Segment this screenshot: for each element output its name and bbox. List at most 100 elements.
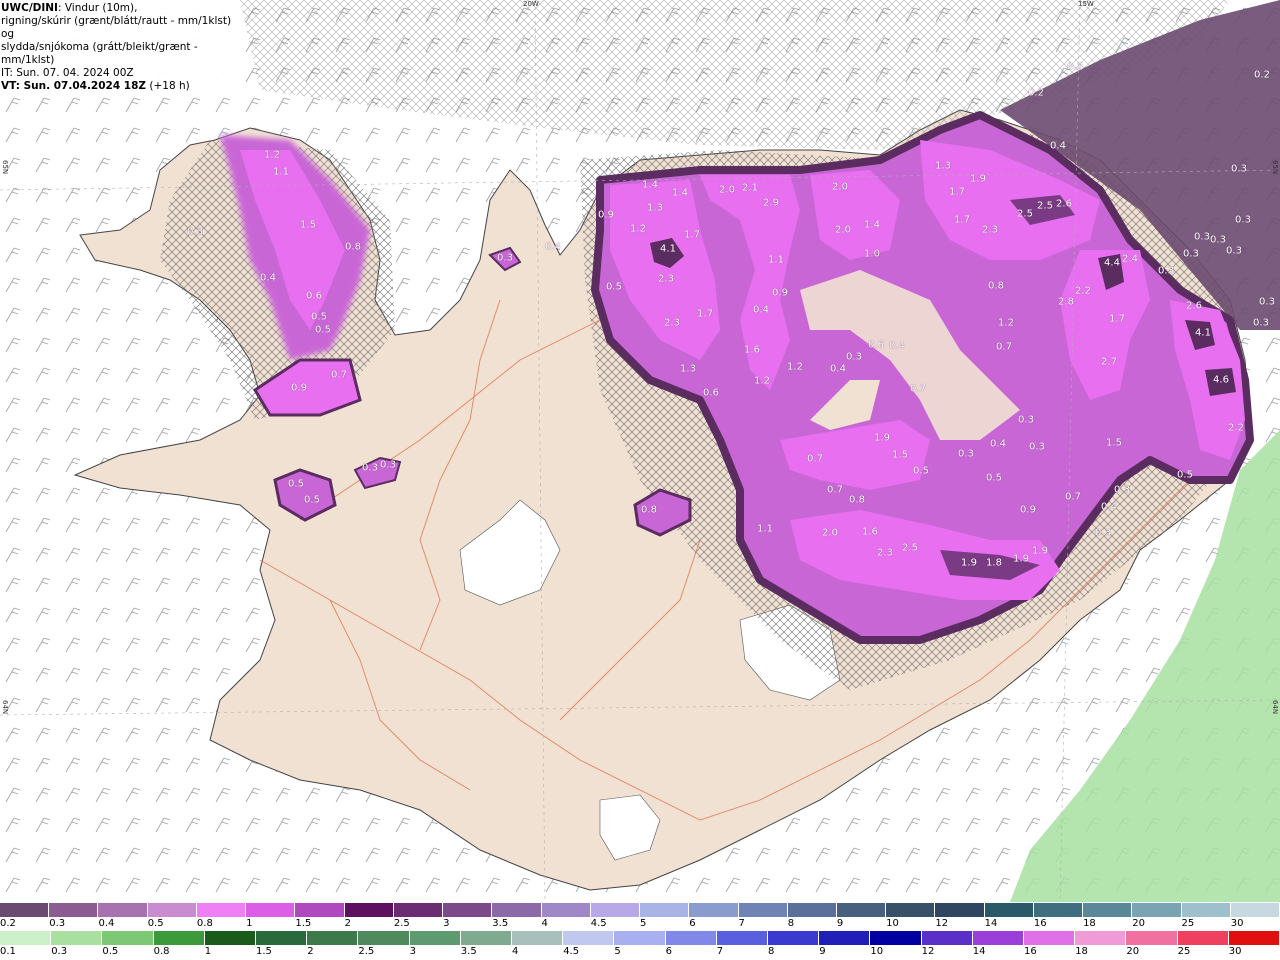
precip-value-label: 2.1	[742, 182, 758, 194]
legend-snow-label: 0.5	[147, 918, 164, 929]
legend-rain-swatch	[0, 931, 52, 945]
precip-value-label: 1.7	[949, 186, 965, 198]
legend-rain-label: 14	[972, 946, 986, 957]
legend-snow-swatch	[1181, 903, 1231, 917]
precip-value-label: 0.3	[1253, 317, 1269, 329]
precip-value-label: 1.7	[954, 214, 970, 226]
precip-value-label: 2.0	[719, 184, 735, 196]
legend-snow-swatch	[1132, 903, 1182, 917]
precip-value-label: 0.5	[606, 281, 622, 293]
precip-value-label: 0.4	[889, 340, 905, 352]
precip-value-label: 0.6	[868, 339, 884, 351]
legend-rain-label: 9	[819, 946, 826, 957]
legend-snow-swatch	[344, 903, 394, 917]
legend-rain-swatch	[563, 931, 615, 945]
legend-rain-swatch	[1177, 931, 1229, 945]
precip-value-label: 1.2	[787, 361, 803, 373]
legend-rain-label: 6	[665, 946, 672, 957]
legend-snow-swatch	[1033, 903, 1084, 917]
legend-rain-swatch	[358, 931, 410, 945]
info-issue-time: IT: Sun. 07. 04. 2024 00Z	[1, 67, 134, 79]
legend-rain-swatch	[921, 931, 973, 945]
map-info-box: UWC/DINI: Vindur (10m), rigning/skúrir (…	[0, 0, 238, 96]
legend-snow-swatch	[147, 903, 197, 917]
precip-value-label: 1.9	[970, 173, 986, 185]
precip-value-label: 1.1	[757, 523, 773, 535]
legend-snow-label: 20	[1132, 918, 1146, 929]
precip-value-label: 0.9	[598, 209, 614, 221]
precip-value-label: 0.7	[807, 453, 823, 465]
coord-label-right-65n: 65N	[1271, 160, 1279, 175]
precip-value-label: 0.3	[1018, 414, 1034, 426]
precip-value-label: 1.2	[998, 317, 1014, 329]
legend-rain-label: 0.1	[0, 946, 16, 957]
precip-value-label: 1.3	[647, 202, 663, 214]
coord-label-20w: 20W	[523, 0, 539, 8]
precip-value-label: 0.3	[846, 351, 862, 363]
precip-value-label: 0.3	[497, 252, 513, 264]
precip-value-label: 1.1	[273, 166, 289, 178]
precip-value-label: 1.4	[672, 187, 688, 199]
legend-rain-labels: 0.1 0.3 0.5 0.8 1 1.5 2 2.5 3 3.5 4 4.5 5 6 7 8 9 10 12 14 1…	[0, 946, 1280, 958]
precip-value-label: 1.7	[684, 229, 700, 241]
legend-snow-swatch	[886, 903, 936, 917]
precip-value-label: 1.1	[768, 254, 784, 266]
legend-snow-swatch	[443, 903, 493, 917]
precip-value-label: 1.6	[862, 526, 878, 538]
precip-value-label: 0.5	[288, 478, 304, 490]
legend-rain-swatch	[1126, 931, 1178, 945]
legend-rain-swatch	[1075, 931, 1127, 945]
legend-rain-label: 5	[614, 946, 621, 957]
precip-value-label: 1.7	[697, 308, 713, 320]
legend-rain-label: 25	[1177, 946, 1191, 957]
legend-rain-label: 18	[1075, 946, 1088, 957]
legend-rain-swatch	[870, 931, 922, 945]
legend-rain-swatch	[256, 931, 308, 945]
legend-rain-label: 30	[1228, 946, 1242, 957]
precip-value-label: 2.3	[877, 547, 893, 559]
precip-value-label: 1.5	[1106, 437, 1122, 449]
precip-value-label: 0.8	[849, 494, 865, 506]
legend-rain-label: 2.5	[358, 946, 375, 957]
legend-snow-swatch	[640, 903, 690, 917]
legend-rain-label: 10	[870, 946, 884, 957]
precip-value-label: 1.7	[1109, 313, 1125, 325]
legend-snow-swatch	[984, 903, 1034, 917]
precip-value-label: 4.1	[1195, 327, 1211, 339]
legend-rain-label: 1	[204, 946, 212, 957]
legend-snow-label: 2	[344, 918, 351, 929]
precip-value-label: 2.0	[822, 527, 838, 539]
legend-snow-label: 12	[935, 918, 949, 929]
info-line-snow: slydda/snjókoma (grátt/bleikt/grænt - mm…	[1, 41, 198, 66]
precip-value-label: 1.4	[864, 219, 880, 231]
precip-value-label: 1.0	[864, 248, 880, 260]
precip-value-label: 1.2	[264, 149, 280, 161]
precip-value-label: 2.5	[902, 542, 918, 554]
info-title: UWC/DINI: Vindur (10m),	[1, 2, 236, 15]
legend-rain-swatch	[1228, 931, 1280, 945]
legend-rain-swatch	[665, 931, 717, 945]
precip-value-label: 0.3	[1231, 163, 1247, 175]
legend-snow-swatch	[787, 903, 837, 917]
legend-rain-swatch	[409, 931, 461, 945]
precip-value-label: 2.2	[1228, 422, 1244, 434]
precip-value-label: 0.7	[910, 383, 926, 395]
precip-value-label: 0.4	[1050, 140, 1066, 152]
precip-value-label: 1.4	[642, 179, 658, 191]
legend-rain-swatch	[972, 931, 1025, 945]
precip-value-label: 0.6	[306, 290, 322, 302]
legend-rain-label: 2	[307, 946, 314, 957]
precip-value-label: 0.4	[830, 363, 846, 375]
legend-snow-label: 1.5	[295, 918, 312, 929]
legend-rain-swatch	[1024, 931, 1076, 945]
info-valid-suffix: (+18 h)	[146, 80, 190, 92]
precip-value-label: 4.6	[1213, 374, 1229, 386]
precip-value-label: 1.9	[1013, 553, 1029, 565]
precip-value-label: 1.2	[630, 223, 646, 235]
precip-value-label: 0.5	[1177, 469, 1193, 481]
precip-value-label: 0.9	[1020, 504, 1036, 516]
precip-value-label: 0.7	[331, 369, 347, 381]
precip-value-label: 0.2	[1254, 69, 1270, 81]
precip-value-label: 0.2	[1028, 87, 1044, 99]
precip-value-label: 4.4	[1104, 257, 1120, 269]
